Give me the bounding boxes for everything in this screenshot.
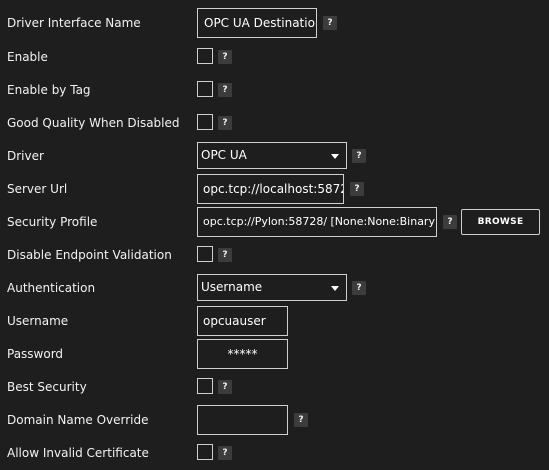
password-label: Password bbox=[7, 347, 64, 361]
disable-endpoint-validation-checkbox[interactable] bbox=[197, 246, 213, 262]
username-label: Username bbox=[7, 314, 69, 328]
row-authentication: Authentication Username ? bbox=[0, 272, 549, 305]
help-icon[interactable]: ? bbox=[352, 281, 366, 295]
help-icon[interactable]: ? bbox=[218, 50, 232, 64]
help-icon[interactable]: ? bbox=[294, 413, 308, 427]
row-enable: Enable ? bbox=[0, 41, 549, 74]
row-username: Username opcuauser bbox=[0, 305, 549, 338]
driver-label: Driver bbox=[7, 149, 44, 163]
help-icon[interactable]: ? bbox=[352, 149, 366, 163]
authentication-selected-value: Username bbox=[201, 280, 263, 294]
help-icon[interactable]: ? bbox=[218, 116, 232, 130]
row-driver-interface-name: Driver Interface Name OPC UA Destination… bbox=[0, 7, 549, 40]
good-quality-when-disabled-checkbox[interactable] bbox=[197, 114, 213, 130]
row-password: Password ***** bbox=[0, 338, 549, 371]
authentication-select[interactable]: Username bbox=[197, 274, 347, 301]
allow-invalid-certificate-checkbox[interactable] bbox=[197, 444, 213, 460]
allow-invalid-certificate-label: Allow Invalid Certificate bbox=[7, 446, 149, 460]
help-icon[interactable]: ? bbox=[218, 446, 232, 460]
help-icon[interactable]: ? bbox=[218, 248, 232, 262]
help-icon[interactable]: ? bbox=[350, 182, 364, 196]
authentication-label: Authentication bbox=[7, 281, 96, 295]
help-icon[interactable]: ? bbox=[323, 16, 337, 30]
good-quality-when-disabled-label: Good Quality When Disabled bbox=[7, 116, 180, 130]
server-url-input[interactable]: opc.tcp://localhost:58728 bbox=[197, 174, 344, 204]
username-input[interactable]: opcuauser bbox=[197, 306, 288, 336]
driver-select[interactable]: OPC UA bbox=[197, 142, 347, 169]
driver-selected-value: OPC UA bbox=[201, 148, 247, 162]
disable-endpoint-validation-label: Disable Endpoint Validation bbox=[7, 248, 172, 262]
help-icon[interactable]: ? bbox=[218, 380, 232, 394]
row-security-profile: Security Profile opc.tcp://Pylon:58728/ … bbox=[0, 206, 549, 239]
row-driver: Driver OPC UA ? bbox=[0, 140, 549, 173]
help-icon[interactable]: ? bbox=[443, 215, 457, 229]
driver-interface-name-label: Driver Interface Name bbox=[7, 16, 141, 30]
enable-label: Enable bbox=[7, 50, 48, 64]
row-server-url: Server Url opc.tcp://localhost:58728 ? bbox=[0, 173, 549, 206]
chevron-down-icon bbox=[331, 286, 339, 291]
row-good-quality-when-disabled: Good Quality When Disabled ? bbox=[0, 107, 549, 140]
domain-name-override-label: Domain Name Override bbox=[7, 413, 149, 427]
best-security-checkbox[interactable] bbox=[197, 378, 213, 394]
domain-name-override-input[interactable] bbox=[197, 405, 288, 435]
server-url-label: Server Url bbox=[7, 182, 68, 196]
row-allow-invalid-certificate: Allow Invalid Certificate ? bbox=[0, 437, 549, 470]
row-best-security: Best Security ? bbox=[0, 371, 549, 404]
password-input[interactable]: ***** bbox=[197, 339, 288, 369]
enable-by-tag-label: Enable by Tag bbox=[7, 83, 91, 97]
enable-by-tag-checkbox[interactable] bbox=[197, 81, 213, 97]
chevron-down-icon bbox=[331, 154, 339, 159]
row-enable-by-tag: Enable by Tag ? bbox=[0, 74, 549, 107]
best-security-label: Best Security bbox=[7, 380, 87, 394]
row-domain-name-override: Domain Name Override ? bbox=[0, 404, 549, 437]
driver-interface-name-input[interactable]: OPC UA Destination bbox=[197, 8, 317, 38]
security-profile-label: Security Profile bbox=[7, 215, 98, 229]
browse-button[interactable]: BROWSE bbox=[461, 209, 540, 235]
security-profile-input[interactable]: opc.tcp://Pylon:58728/ [None:None:Binary… bbox=[197, 207, 437, 237]
enable-checkbox[interactable] bbox=[197, 48, 213, 64]
row-disable-endpoint-validation: Disable Endpoint Validation ? bbox=[0, 239, 549, 272]
help-icon[interactable]: ? bbox=[218, 83, 232, 97]
